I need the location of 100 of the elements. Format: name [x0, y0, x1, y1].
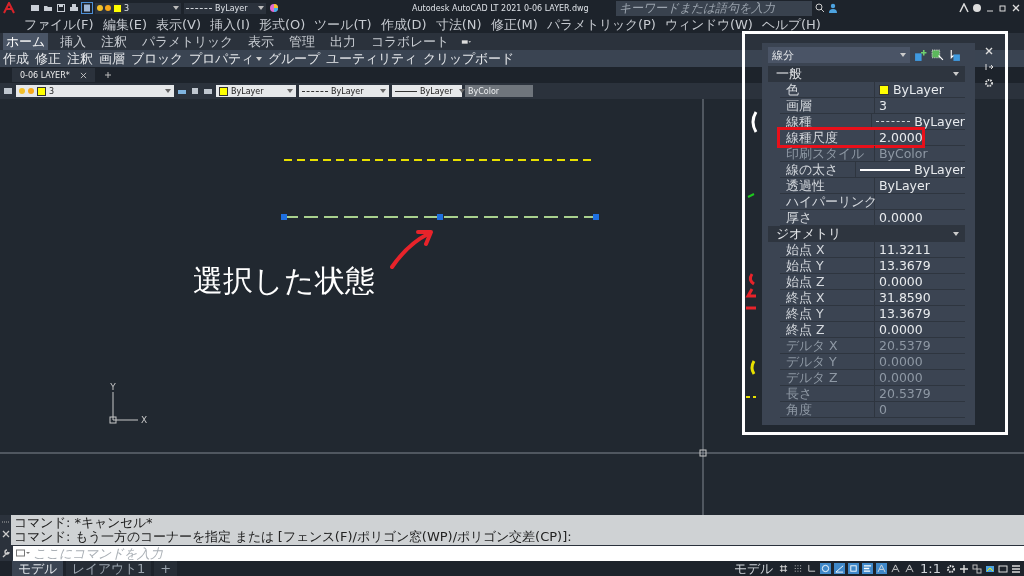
collapse-caret-icon[interactable]: [953, 232, 959, 236]
menu-item[interactable]: 作成(D): [380, 15, 427, 34]
property-value[interactable]: ByLayer: [856, 162, 965, 177]
selected-line[interactable]: [281, 214, 599, 220]
isometric-icon[interactable]: [834, 563, 846, 574]
command-prompt-icon[interactable]: [16, 548, 30, 557]
document-tab[interactable]: 0-06 LAYER*: [12, 68, 95, 82]
app-logo-icon[interactable]: [3, 2, 15, 14]
ribbon-panel-button[interactable]: ブロック: [131, 49, 183, 68]
menu-item[interactable]: 修正(M): [490, 15, 538, 34]
annotation-scale-button[interactable]: 1:1: [918, 561, 943, 576]
ribbon-panel-button[interactable]: 注釈: [67, 49, 93, 68]
property-value[interactable]: 0.0000: [875, 322, 965, 337]
hardware-icon[interactable]: [985, 563, 995, 574]
property-value[interactable]: 31.8590: [875, 290, 965, 305]
model-space-button[interactable]: モデル: [732, 559, 776, 576]
collapse-caret-icon[interactable]: [953, 72, 959, 76]
new-tab-icon[interactable]: [102, 70, 113, 80]
menu-item[interactable]: 表示(V): [156, 15, 202, 34]
menu-item[interactable]: 編集(E): [102, 15, 147, 34]
property-value[interactable]: ByLayer: [875, 82, 965, 97]
property-value[interactable]: 0.0000: [875, 210, 965, 225]
ribbon-tab[interactable]: 注釈: [98, 32, 130, 51]
toggle-pickadd-icon[interactable]: [914, 48, 927, 62]
print-icon[interactable]: [69, 3, 79, 13]
restore-icon[interactable]: [998, 3, 1008, 13]
settings-icon[interactable]: [984, 78, 994, 88]
ribbon-tab[interactable]: 表示: [245, 32, 277, 51]
command-input-field[interactable]: ここにコマンドを入力: [13, 545, 1024, 561]
ribbon-tab[interactable]: 挿入: [57, 32, 89, 51]
color-dropdown[interactable]: ByLayer: [216, 85, 296, 97]
quick-select-icon[interactable]: [948, 48, 961, 62]
section-header[interactable]: ジオメトリ: [768, 226, 965, 242]
fullscreen-icon[interactable]: [998, 563, 1008, 574]
ribbon-panel-button[interactable]: クリップボード: [423, 49, 514, 68]
wrench-icon[interactable]: [1, 548, 11, 558]
annotation-icon[interactable]: [890, 563, 902, 574]
save-icon[interactable]: [56, 3, 66, 13]
property-value[interactable]: 0.0000: [875, 274, 965, 289]
menu-item[interactable]: ファイル(F): [24, 15, 94, 34]
plus-icon[interactable]: [959, 563, 969, 574]
property-value[interactable]: 13.3679: [875, 258, 965, 273]
close-icon[interactable]: [1011, 3, 1021, 13]
ribbon-panel-button[interactable]: プロパティ: [189, 49, 262, 68]
linetype-dropdown[interactable]: ByLayer: [299, 85, 389, 97]
new-file-icon[interactable]: [30, 3, 40, 13]
property-value[interactable]: ByLayer: [872, 114, 965, 129]
ribbon-panel-button[interactable]: ユーティリティ: [326, 49, 417, 68]
menu-item[interactable]: ツール(T): [314, 15, 372, 34]
lineweight-dropdown[interactable]: ByLayer: [392, 85, 462, 97]
ortho-icon[interactable]: [806, 563, 818, 574]
layout-tab[interactable]: +: [154, 561, 178, 576]
linetype-dropdown[interactable]: ByLayer: [184, 2, 266, 14]
search-icon[interactable]: [814, 3, 825, 13]
snap-dots-icon[interactable]: [792, 563, 804, 574]
annotation-icon[interactable]: [904, 563, 916, 574]
layer-previous-icon[interactable]: [190, 86, 200, 96]
folder-icon[interactable]: [43, 3, 53, 13]
close-icon[interactable]: [79, 71, 87, 79]
close-icon[interactable]: [984, 46, 994, 56]
property-value[interactable]: 13.3679: [875, 306, 965, 321]
ribbon-tab[interactable]: 出力: [327, 32, 359, 51]
menu-icon[interactable]: [1011, 563, 1021, 574]
property-value[interactable]: 2.0000: [875, 130, 965, 145]
auto-hide-icon[interactable]: [984, 62, 994, 72]
save-as-icon[interactable]: [82, 3, 92, 13]
object-type-dropdown[interactable]: 線分: [768, 47, 910, 63]
property-value[interactable]: 3: [875, 98, 965, 113]
ribbon-tab[interactable]: 管理: [286, 32, 318, 51]
ribbon-tab[interactable]: コラボレート: [368, 32, 452, 51]
search-field[interactable]: キーワードまたは語句を入力: [615, 0, 812, 16]
grid-icon[interactable]: [778, 563, 790, 574]
menu-item[interactable]: ヘルプ(H): [761, 15, 821, 34]
layer-dropdown[interactable]: 3: [16, 85, 174, 97]
object-snap-icon[interactable]: [848, 563, 860, 574]
layer-state-icon[interactable]: [203, 86, 213, 96]
menu-item[interactable]: 形式(O): [259, 15, 306, 34]
ribbon-panel-button[interactable]: 作成: [3, 49, 29, 68]
close-icon[interactable]: [0, 529, 11, 539]
layer-dropdown[interactable]: 3: [95, 2, 181, 14]
lineweight-icon[interactable]: [862, 563, 874, 574]
user-icon[interactable]: [827, 3, 838, 13]
section-header[interactable]: 一般: [768, 66, 965, 82]
color-wheel-icon[interactable]: [269, 3, 279, 13]
menu-item[interactable]: 挿入(I): [210, 15, 250, 34]
ribbon-panel-button[interactable]: 画層: [99, 49, 125, 68]
ribbon-tab[interactable]: パラメトリック: [139, 32, 236, 51]
annotation-icon[interactable]: [876, 563, 888, 574]
ribbon-panel-button[interactable]: グループ: [268, 49, 320, 68]
triangle-a-icon[interactable]: [959, 3, 969, 13]
polar-icon[interactable]: [820, 563, 832, 574]
select-objects-icon[interactable]: [931, 48, 944, 62]
property-value[interactable]: ByLayer: [875, 178, 965, 193]
isolate-icon[interactable]: [972, 563, 982, 574]
settings-icon[interactable]: [946, 563, 956, 574]
menu-item[interactable]: ウィンドウ(W): [664, 15, 753, 34]
menu-item[interactable]: パラメトリック(P): [546, 15, 656, 34]
ribbon-panel-button[interactable]: 修正: [35, 49, 61, 68]
property-value[interactable]: 11.3211: [875, 242, 965, 257]
menu-item[interactable]: 寸法(N): [435, 15, 482, 34]
